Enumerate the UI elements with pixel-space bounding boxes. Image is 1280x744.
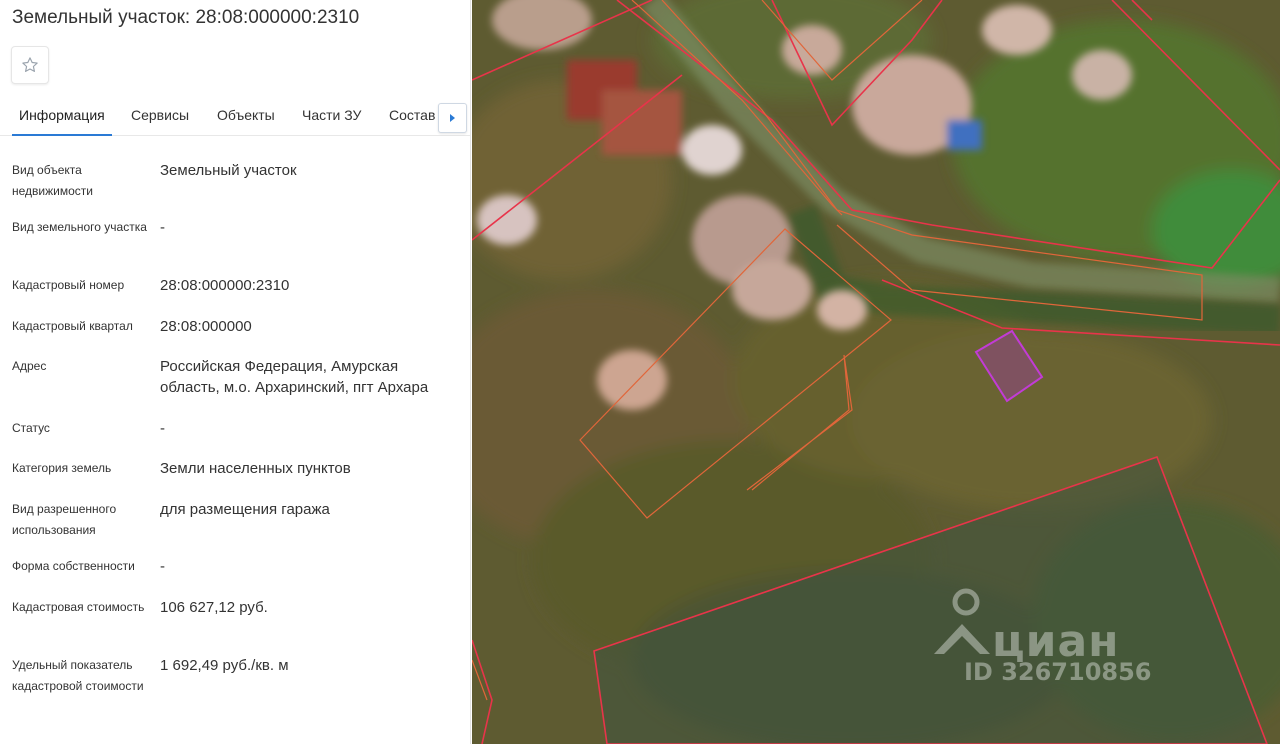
info-value: - [160, 558, 165, 575]
info-value: Земли населенных пунктов [160, 460, 351, 477]
info-label: Вид земельного участка [12, 220, 147, 234]
page-title: Земельный участок: 28:08:000000:2310 [12, 7, 360, 28]
tab-objects[interactable]: Объекты [217, 96, 275, 136]
info-label: Адрес [12, 359, 47, 373]
info-value: - [160, 420, 165, 437]
info-value: - [160, 219, 165, 236]
tab-bar: Информация Сервисы Объекты Части ЗУ Сост… [0, 96, 470, 136]
star-outline-icon [22, 57, 38, 72]
satellite-map[interactable]: циан ID 326710856 [472, 0, 1280, 744]
info-label: Категория земель [12, 461, 112, 475]
satellite-imagery [472, 0, 1280, 744]
info-value: 28:08:000000 [160, 318, 252, 335]
caret-right-icon [450, 114, 455, 122]
info-value: 28:08:000000:2310 [160, 277, 290, 294]
info-label: Удельный показатель кадастровой стоимост… [12, 658, 144, 693]
tab-information[interactable]: Информация [12, 96, 112, 136]
tab-parcel-parts[interactable]: Части ЗУ [302, 96, 361, 136]
info-label: Кадастровый квартал [12, 319, 133, 333]
info-label: Кадастровая стоимость [12, 600, 145, 614]
info-label: Вид разрешенного использования [12, 502, 117, 537]
info-value: для размещения гаража [160, 501, 330, 518]
info-value: 1 692,49 руб./кв. м [160, 657, 289, 674]
info-value: 106 627,12 руб. [160, 599, 268, 616]
info-label: Статус [12, 421, 50, 435]
tabs-scroll-right-button[interactable] [438, 103, 467, 133]
info-label: Форма собственности [12, 559, 135, 573]
info-label: Вид объекта недвижимости [12, 163, 93, 198]
tab-services[interactable]: Сервисы [131, 96, 189, 136]
tab-composition[interactable]: Состав [389, 96, 435, 136]
info-value: Земельный участок [160, 162, 297, 179]
info-value: Российская Федерация, Амурская область, … [160, 358, 429, 396]
info-label: Кадастровый номер [12, 278, 125, 292]
favorite-button[interactable] [11, 46, 49, 84]
info-panel: Земельный участок: 28:08:000000:2310 Инф… [0, 0, 471, 744]
